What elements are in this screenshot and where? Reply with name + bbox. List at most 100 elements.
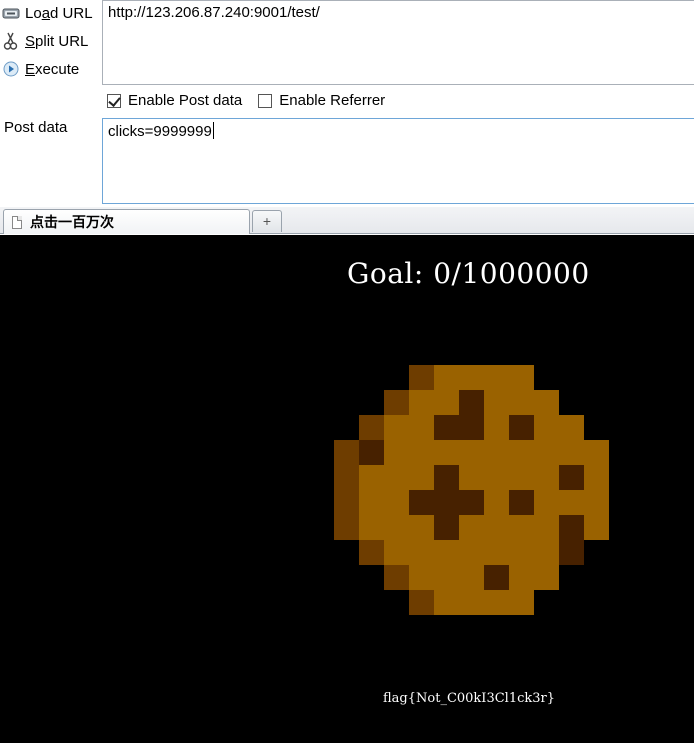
cookie-pixel — [384, 540, 409, 565]
cookie-pixel — [434, 490, 459, 515]
cookie-pixel — [384, 490, 409, 515]
plus-icon: + — [262, 213, 272, 229]
cookie-pixel — [434, 590, 459, 615]
cookie-pixel — [509, 540, 534, 565]
cookie-pixel — [434, 415, 459, 440]
cookie-pixel — [409, 590, 434, 615]
cookie-pixel — [484, 365, 509, 390]
cookie-pixel — [534, 390, 559, 415]
cookie-pixel — [359, 440, 384, 465]
enable-post-data-checkbox[interactable] — [107, 93, 121, 108]
cookie-pixel — [484, 515, 509, 540]
cookie-pixel — [409, 565, 434, 590]
cookie-pixel — [559, 540, 584, 565]
cookie-pixel — [559, 440, 584, 465]
cookie-pixel — [484, 390, 509, 415]
text-caret — [212, 122, 214, 139]
cookie-pixel — [384, 415, 409, 440]
cookie-pixel — [434, 390, 459, 415]
cookie-pixel — [484, 490, 509, 515]
cookie-pixel — [534, 440, 559, 465]
cookie-pixel — [434, 540, 459, 565]
cookie-pixel — [334, 440, 359, 465]
cookie-pixel — [434, 365, 459, 390]
enable-referrer-option[interactable]: Enable Referrer — [258, 92, 385, 109]
enable-referrer-checkbox[interactable] — [258, 93, 273, 108]
cookie-pixel — [534, 465, 559, 490]
cookie-pixel — [559, 515, 584, 540]
cookie-pixel — [584, 440, 609, 465]
cookie-pixel — [509, 590, 534, 615]
cookie-pixel — [359, 490, 384, 515]
scissors-icon — [2, 32, 20, 50]
cookie-pixel — [534, 490, 559, 515]
cookie-pixel — [409, 365, 434, 390]
post-data-value: clicks=9999999 — [108, 123, 212, 140]
enable-post-data-label: Enable Post data — [128, 92, 243, 109]
tab-active[interactable]: 点击一百万次 — [3, 209, 250, 234]
cookie-pixel — [409, 415, 434, 440]
cookie-pixel — [534, 540, 559, 565]
cookie-pixel — [484, 590, 509, 615]
cookie-icon[interactable] — [334, 365, 609, 620]
enable-post-data-option[interactable]: Enable Post data — [107, 92, 242, 109]
execute-button[interactable]: Execute — [2, 57, 79, 81]
cookie-pixel — [459, 365, 484, 390]
execute-play-icon — [2, 60, 20, 78]
cookie-pixel — [559, 490, 584, 515]
cookie-pixel — [509, 415, 534, 440]
cookie-pixel — [484, 465, 509, 490]
cookie-pixel — [334, 515, 359, 540]
cookie-pixel — [359, 415, 384, 440]
cookie-pixel — [459, 465, 484, 490]
cookie-pixel — [559, 465, 584, 490]
cookie-pixel — [459, 490, 484, 515]
cookie-pixel — [484, 415, 509, 440]
flag-text: flag{Not_C00kI3Cl1ck3r} — [383, 691, 556, 706]
cookie-pixel — [409, 465, 434, 490]
cookie-pixel — [409, 390, 434, 415]
cookie-pixel — [584, 515, 609, 540]
cookie-pixel — [409, 490, 434, 515]
cookie-pixel — [434, 440, 459, 465]
cookie-pixel — [409, 515, 434, 540]
tab-title: 点击一百万次 — [30, 214, 114, 230]
cookie-pixel — [509, 390, 534, 415]
cookie-pixel — [334, 465, 359, 490]
cookie-pixel — [534, 515, 559, 540]
url-value: http://123.206.87.240:9001/test/ — [108, 4, 320, 21]
cookie-pixel — [384, 390, 409, 415]
load-url-icon — [2, 4, 20, 22]
goal-counter: Goal: 0/1000000 — [347, 257, 590, 290]
cookie-pixel — [384, 440, 409, 465]
load-url-button[interactable]: Load URL — [2, 1, 93, 25]
cookie-pixel — [459, 540, 484, 565]
cookie-pixel — [509, 490, 534, 515]
cookie-pixel — [484, 540, 509, 565]
cookie-pixel — [509, 440, 534, 465]
cookie-pixel — [359, 465, 384, 490]
page-icon — [12, 215, 22, 229]
new-tab-button[interactable]: + — [252, 210, 282, 232]
cookie-pixel — [409, 440, 434, 465]
post-data-textarea[interactable]: clicks=9999999 — [102, 118, 694, 204]
cookie-pixel — [384, 465, 409, 490]
cookie-pixel — [459, 440, 484, 465]
split-url-button[interactable]: Split URL — [2, 29, 88, 53]
cookie-pixel — [459, 590, 484, 615]
post-data-label: Post data — [4, 119, 68, 136]
cookie-pixel — [509, 515, 534, 540]
cookie-pixel — [434, 565, 459, 590]
cookie-pixel — [484, 440, 509, 465]
cookie-pixel — [359, 540, 384, 565]
cookie-pixel — [459, 565, 484, 590]
cookie-pixel — [484, 565, 509, 590]
cookie-pixel — [434, 515, 459, 540]
cookie-pixel — [334, 490, 359, 515]
cookie-pixel — [359, 515, 384, 540]
url-textarea[interactable]: http://123.206.87.240:9001/test/ — [102, 0, 694, 85]
cookie-pixel — [384, 565, 409, 590]
cookie-pixel — [384, 515, 409, 540]
cookie-pixel — [559, 415, 584, 440]
page-content: Goal: 0/1000000 flag{Not_C00kI3Cl1ck3r} — [0, 235, 694, 743]
